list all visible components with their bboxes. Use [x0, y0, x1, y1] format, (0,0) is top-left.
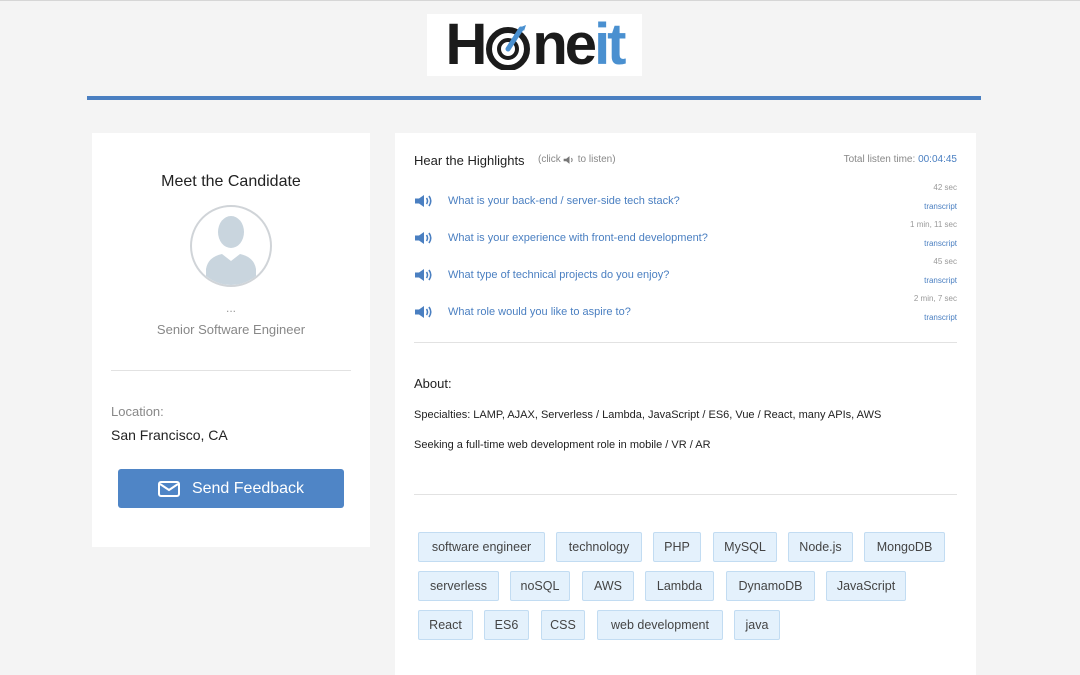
total-listen-value: 00:04:45: [918, 154, 957, 165]
highlights-title: Hear the Highlights: [414, 153, 525, 168]
divider: [111, 370, 351, 371]
send-feedback-button[interactable]: Send Feedback: [118, 469, 344, 508]
tag[interactable]: MySQL: [713, 532, 777, 562]
tag[interactable]: PHP: [653, 532, 701, 562]
question-link[interactable]: What is your back-end / server-side tech…: [448, 195, 680, 207]
tag[interactable]: web development: [597, 610, 723, 640]
tag[interactable]: software engineer: [418, 532, 545, 562]
candidate-heading: Meet the Candidate: [161, 173, 301, 190]
tag[interactable]: serverless: [418, 571, 499, 601]
logo-letter-h: H: [445, 12, 487, 77]
question-link[interactable]: What role would you like to aspire to?: [448, 306, 631, 318]
total-listen-time: Total listen time: 00:04:45: [844, 154, 957, 165]
about-seeking: Seeking a full-time web development role…: [414, 439, 711, 451]
honeit-logo[interactable]: H ne it: [427, 14, 642, 76]
tag[interactable]: technology: [556, 532, 642, 562]
tag[interactable]: JavaScript: [826, 571, 906, 601]
tag[interactable]: java: [734, 610, 780, 640]
candidate-name: ...: [225, 301, 236, 315]
tag[interactable]: DynamoDB: [726, 571, 815, 601]
highlights-hint: (click to listen): [538, 154, 616, 165]
transcript-link[interactable]: transcript: [924, 276, 957, 285]
tag[interactable]: AWS: [582, 571, 634, 601]
question-link[interactable]: What type of technical projects do you e…: [448, 269, 669, 281]
candidate-title: Senior Software Engineer: [156, 322, 306, 337]
logo-letters-it: it: [594, 12, 626, 77]
speaker-icon: [563, 155, 573, 164]
question-row: What type of technical projects do you e…: [414, 257, 957, 305]
divider: [414, 494, 957, 495]
transcript-link[interactable]: transcript: [924, 202, 957, 211]
speaker-icon[interactable]: [414, 231, 434, 245]
send-feedback-label: Send Feedback: [191, 479, 305, 497]
question-row: What is your experience with front-end d…: [414, 220, 957, 268]
tag[interactable]: MongoDB: [864, 532, 945, 562]
speaker-icon[interactable]: [414, 194, 434, 208]
question-row: What is your back-end / server-side tech…: [414, 183, 957, 231]
location-label: Location:: [111, 404, 164, 419]
tag[interactable]: CSS: [541, 610, 585, 640]
target-logo-icon: [485, 22, 531, 71]
tag[interactable]: React: [418, 610, 473, 640]
highlights-card: Hear the Highlights (click to listen) To…: [395, 133, 976, 675]
question-row: What role would you like to aspire to? 2…: [414, 294, 957, 342]
tag[interactable]: ES6: [484, 610, 529, 640]
transcript-link[interactable]: transcript: [924, 313, 957, 322]
divider: [414, 342, 957, 343]
candidate-card: Meet the Candidate ... Senior Software E…: [92, 133, 370, 547]
tag[interactable]: Lambda: [645, 571, 714, 601]
question-duration: 42 sec: [933, 183, 957, 192]
question-link[interactable]: What is your experience with front-end d…: [448, 232, 708, 244]
question-duration: 2 min, 7 sec: [913, 294, 957, 303]
speaker-icon[interactable]: [414, 305, 434, 319]
envelope-icon: [157, 480, 180, 497]
question-duration: 1 min, 11 sec: [910, 220, 957, 229]
location-value: San Francisco, CA: [111, 427, 228, 443]
hint-before: (click: [538, 154, 561, 165]
question-duration: 45 sec: [933, 257, 957, 266]
about-specialties: Specialties: LAMP, AJAX, Serverless / La…: [414, 409, 882, 421]
avatar: [190, 205, 272, 287]
tag[interactable]: noSQL: [510, 571, 570, 601]
speaker-icon[interactable]: [414, 268, 434, 282]
header-divider: [87, 96, 981, 100]
transcript-link[interactable]: transcript: [924, 239, 957, 248]
person-silhouette-icon: [206, 216, 256, 285]
about-label: About:: [414, 376, 452, 391]
tag[interactable]: Node.js: [788, 532, 853, 562]
hint-after: to listen): [577, 154, 616, 165]
logo-letters-ne: ne: [532, 12, 597, 77]
total-listen-label: Total listen time:: [843, 154, 916, 165]
